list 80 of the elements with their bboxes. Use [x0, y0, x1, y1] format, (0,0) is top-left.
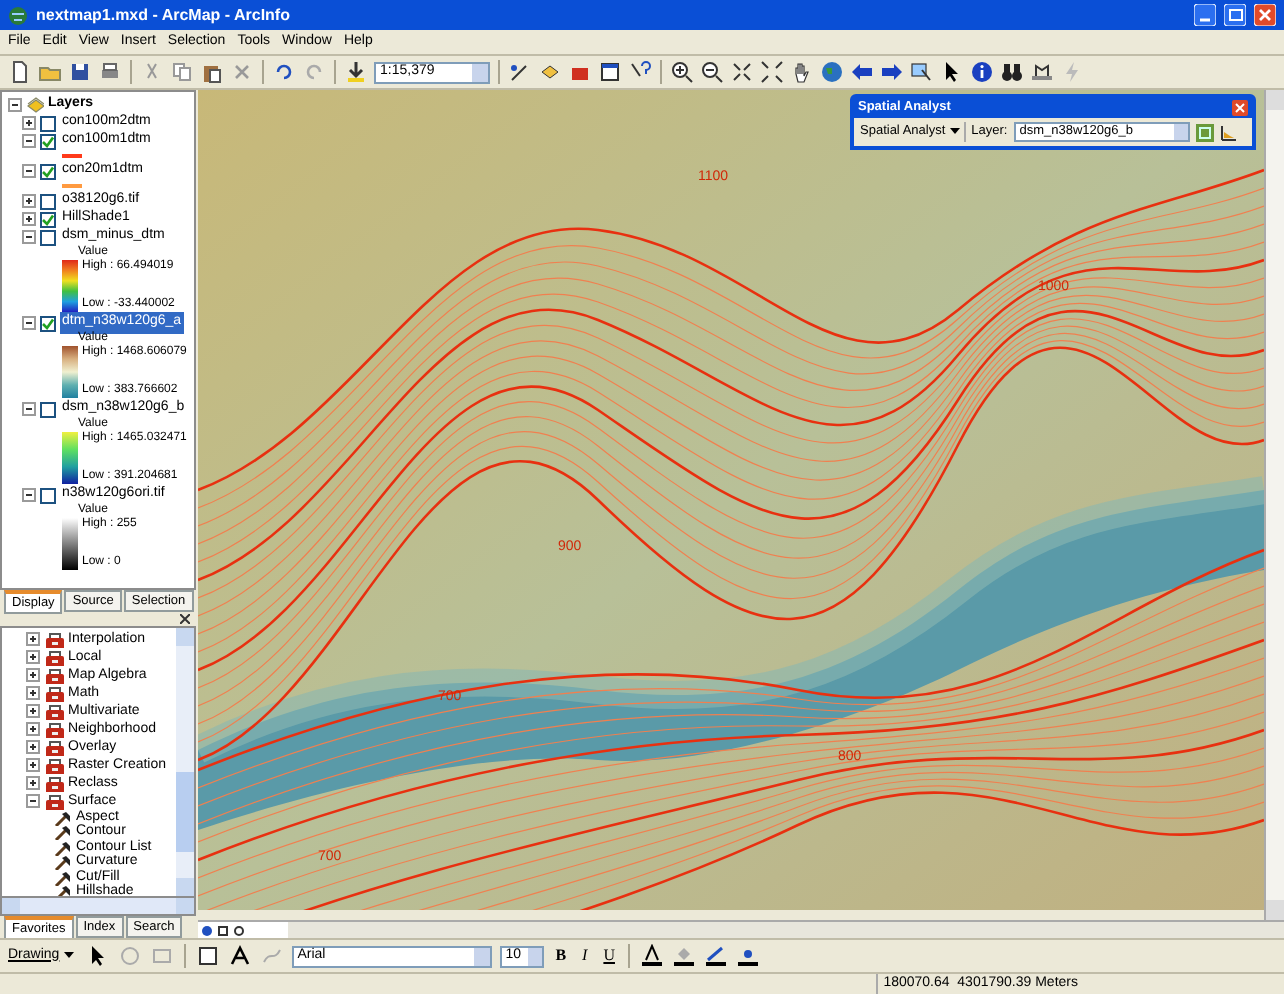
bold-button[interactable]: B — [551, 944, 571, 968]
app-icon — [8, 5, 28, 25]
histogram-icon[interactable] — [1219, 123, 1238, 141]
layer-checkbox[interactable] — [40, 163, 56, 179]
layer-checkbox[interactable] — [40, 401, 56, 417]
layer-checkbox[interactable] — [40, 133, 56, 149]
add-data-icon[interactable] — [344, 60, 368, 84]
editor-icon[interactable] — [508, 60, 532, 84]
scrollbar[interactable] — [1264, 90, 1284, 920]
caret-icon — [63, 952, 74, 960]
expand-toggle[interactable] — [26, 632, 40, 646]
select-features-icon[interactable] — [910, 60, 934, 84]
fixed-zoom-out-icon[interactable] — [760, 60, 784, 84]
print-icon[interactable] — [98, 60, 122, 84]
collapse-toggle[interactable] — [22, 134, 36, 148]
window-title: nextmap1.mxd - ArcMap - ArcInfo — [36, 3, 292, 27]
measure-icon[interactable] — [1030, 60, 1054, 84]
collapse-toggle[interactable] — [22, 488, 36, 502]
color-ramp — [62, 260, 78, 312]
expand-toggle[interactable] — [26, 668, 40, 682]
layer-checkbox[interactable] — [40, 211, 56, 227]
zoom-out-icon[interactable] — [700, 60, 724, 84]
expand-toggle[interactable] — [26, 776, 40, 790]
close-button[interactable] — [1254, 4, 1276, 26]
collapse-toggle[interactable] — [22, 230, 36, 244]
paste-icon[interactable] — [200, 60, 224, 84]
undo-icon[interactable] — [272, 60, 296, 84]
layer-checkbox[interactable] — [40, 229, 56, 245]
forward-arrow-icon[interactable] — [880, 60, 904, 84]
scrollbar[interactable] — [288, 921, 1284, 939]
scrollbar[interactable] — [0, 898, 196, 916]
text-tool-icon[interactable] — [227, 944, 252, 968]
pan-hand-icon[interactable] — [790, 60, 814, 84]
collapse-toggle[interactable] — [22, 164, 36, 178]
layer-checkbox[interactable] — [40, 315, 56, 331]
rectangle-icon[interactable] — [195, 944, 220, 968]
collapse-toggle[interactable] — [26, 794, 40, 808]
underline-button[interactable]: U — [599, 944, 619, 968]
font-color-icon[interactable] — [640, 944, 665, 968]
expand-toggle[interactable] — [26, 758, 40, 772]
new-file-icon[interactable] — [8, 60, 32, 84]
close-button[interactable] — [1232, 100, 1248, 116]
color-ramp — [62, 518, 78, 570]
expand-toggle[interactable] — [22, 194, 36, 208]
expand-toggle[interactable] — [26, 704, 40, 718]
zoom-in-icon[interactable] — [670, 60, 694, 84]
scrollbar[interactable] — [176, 628, 194, 896]
maximize-button[interactable] — [1224, 4, 1246, 26]
minimize-button[interactable] — [1194, 4, 1216, 26]
save-icon[interactable] — [68, 60, 92, 84]
marker-color-icon[interactable] — [736, 944, 761, 968]
expand-toggle[interactable] — [26, 722, 40, 736]
color-ramp — [62, 432, 78, 484]
info-icon[interactable] — [970, 60, 994, 84]
italic-button[interactable]: I — [578, 944, 592, 968]
view-buttons[interactable] — [198, 921, 288, 939]
expand-toggle[interactable] — [26, 740, 40, 754]
fixed-zoom-in-icon[interactable] — [730, 60, 754, 84]
layers-icon[interactable] — [538, 60, 562, 84]
expand-toggle[interactable] — [22, 116, 36, 130]
line-color-icon[interactable] — [704, 944, 729, 968]
binoculars-icon[interactable] — [1000, 60, 1024, 84]
layers-icon — [26, 96, 44, 114]
collapse-toggle[interactable] — [22, 402, 36, 416]
close-icon[interactable] — [180, 613, 190, 623]
collapse-toggle[interactable] — [8, 98, 22, 112]
caret-icon — [949, 128, 960, 136]
expand-toggle[interactable] — [26, 686, 40, 700]
collapse-toggle[interactable] — [22, 316, 36, 330]
color-ramp — [62, 346, 78, 398]
pointer-icon[interactable] — [940, 60, 964, 84]
back-arrow-icon[interactable] — [850, 60, 874, 84]
expand-toggle[interactable] — [22, 212, 36, 226]
fill-color-icon[interactable] — [672, 944, 697, 968]
expand-toggle[interactable] — [26, 650, 40, 664]
window-icon[interactable] — [598, 60, 622, 84]
layer-checkbox[interactable] — [40, 193, 56, 209]
layer-checkbox[interactable] — [40, 487, 56, 503]
layer-checkbox[interactable] — [40, 115, 56, 131]
globe-icon[interactable] — [820, 60, 844, 84]
